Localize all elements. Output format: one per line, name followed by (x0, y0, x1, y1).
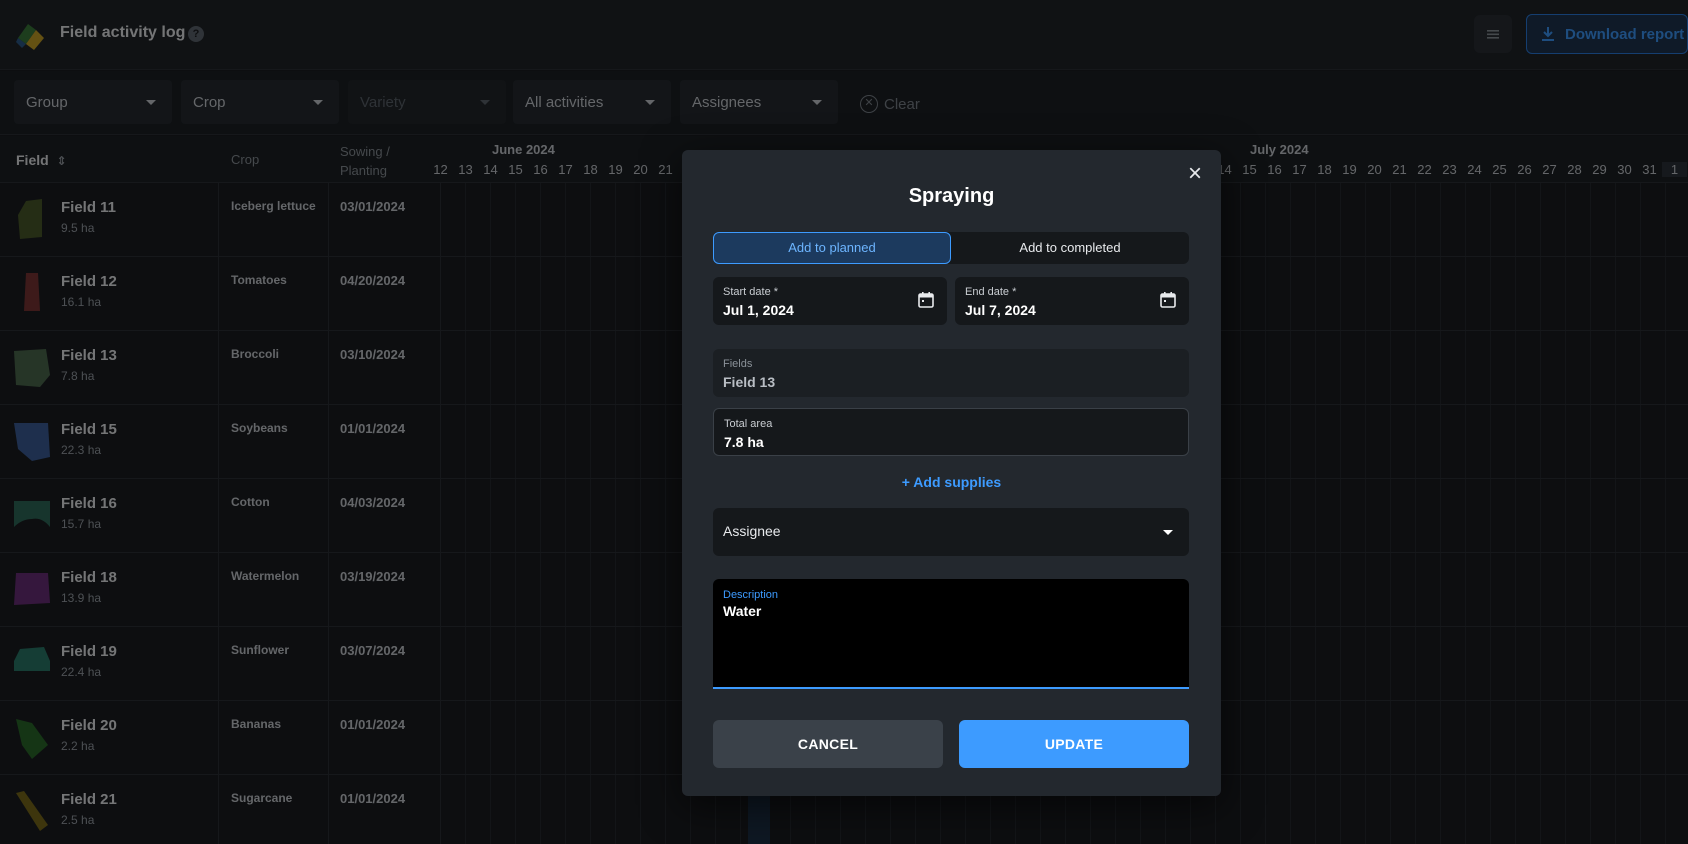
close-icon[interactable]: × (1183, 162, 1207, 187)
assignee-select[interactable]: Assignee (713, 508, 1189, 556)
plan-mode-toggle: Add to planned Add to completed (713, 232, 1189, 264)
calendar-icon[interactable] (1159, 291, 1177, 309)
end-date-value: Jul 7, 2024 (965, 302, 1036, 318)
chevron-down-icon (1163, 530, 1173, 535)
description-label: Description (723, 589, 779, 601)
dialog-title: Spraying (908, 185, 995, 207)
tab-add-to-planned[interactable]: Add to planned (713, 232, 951, 264)
fields-value: Field 13 (723, 374, 776, 390)
activity-dialog: × Spraying Add to planned Add to complet… (682, 150, 1221, 796)
end-date-field[interactable]: End date * Jul 7, 2024 (955, 277, 1189, 325)
start-date-label: Start date * (723, 286, 779, 298)
assignee-placeholder: Assignee (723, 523, 781, 539)
add-supplies-button[interactable]: + Add supplies (682, 474, 1221, 490)
start-date-field[interactable]: Start date * Jul 1, 2024 (713, 277, 947, 325)
end-date-label: End date * (965, 286, 1017, 298)
total-area-field[interactable]: Total area 7.8 ha (713, 408, 1189, 456)
update-button[interactable]: UPDATE (959, 720, 1189, 768)
total-area-label: Total area (724, 418, 773, 430)
calendar-icon[interactable] (917, 291, 935, 309)
cancel-button[interactable]: CANCEL (713, 720, 943, 768)
tab-add-to-completed[interactable]: Add to completed (951, 232, 1189, 264)
description-textarea[interactable]: Description Water (713, 579, 1189, 689)
start-date-value: Jul 1, 2024 (723, 302, 794, 318)
fields-label: Fields (723, 358, 753, 370)
total-area-value: 7.8 ha (724, 434, 764, 450)
fields-field: Fields Field 13 (713, 349, 1189, 397)
description-value: Water (723, 603, 762, 619)
